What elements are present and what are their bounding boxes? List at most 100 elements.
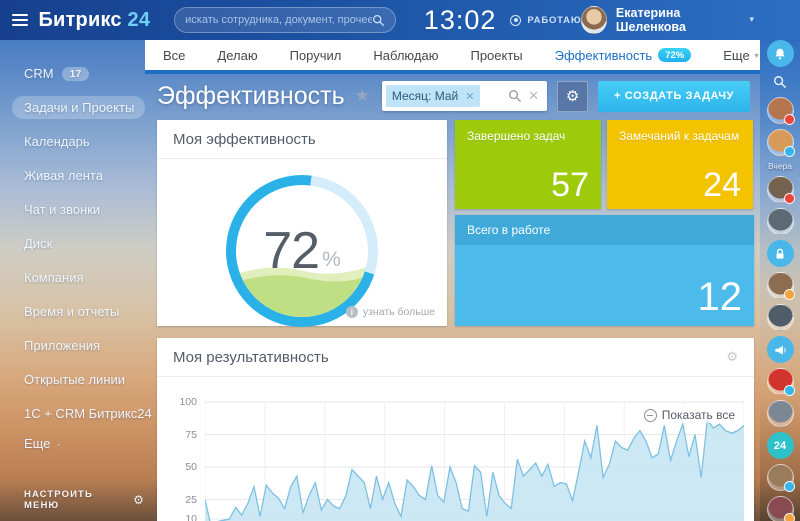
remove-filter-icon[interactable]: ✕ <box>465 90 474 103</box>
sidebar-item-apps[interactable]: Приложения <box>24 334 145 357</box>
widget-title: Моя результативность <box>173 349 329 366</box>
task-remarks-count: 24 <box>703 166 741 205</box>
chat-avatar[interactable] <box>767 304 794 331</box>
app-logo[interactable]: Битрикс 24 <box>38 9 150 32</box>
unread-badge <box>784 289 795 300</box>
filter-search-icon[interactable] <box>508 89 522 103</box>
unread-badge <box>784 114 795 125</box>
completed-tasks-count: 57 <box>551 166 589 205</box>
secure-chat-button[interactable] <box>767 240 794 267</box>
user-menu[interactable]: Екатерина Шеленкова ▾ <box>581 6 754 34</box>
clear-filter-icon[interactable]: ✕ <box>528 88 539 104</box>
menu-icon[interactable] <box>12 14 28 26</box>
chat-avatar[interactable] <box>767 496 794 521</box>
completed-tasks-tile[interactable]: Завершено задач 57 <box>455 120 601 209</box>
rail-search-button[interactable] <box>767 72 794 92</box>
sidebar-item-calendar[interactable]: Календарь <box>24 130 145 153</box>
crm-count-badge: 17 <box>62 67 90 81</box>
sidebar: CRM 17 Задачи и Проекты Календарь Живая … <box>0 40 145 521</box>
unread-badge <box>784 146 795 157</box>
page-header: Эффективность ★ Месяц: Май ✕ ✕ ⚙ + СОЗДА… <box>145 74 760 118</box>
favorite-star-icon[interactable]: ★ <box>355 86 370 106</box>
tabs-more[interactable]: Еще ▾ <box>723 48 758 63</box>
user-avatar <box>581 6 606 34</box>
global-search[interactable] <box>174 7 396 33</box>
task-tabs: Все Делаю Поручил Наблюдаю Проекты Эффек… <box>145 40 760 74</box>
top-bar: Битрикс 24 13:02 РАБОТАЮ Екатерина Шелен… <box>0 0 800 40</box>
tab-all[interactable]: Все <box>163 48 185 63</box>
in-progress-tile[interactable]: Всего в работе 12 <box>455 215 754 326</box>
sidebar-item-drive[interactable]: Диск <box>24 232 145 255</box>
announcements-button[interactable] <box>767 336 794 363</box>
sidebar-item-1c-crm[interactable]: 1С + CRM Битрикс24 <box>24 402 145 425</box>
rail-date-label: Вчера <box>768 161 792 171</box>
tab-assigned[interactable]: Поручил <box>290 48 342 63</box>
unread-badge <box>784 193 795 204</box>
y-axis-tick: 100 <box>171 396 197 408</box>
ellipsis-icon: · <box>56 437 60 451</box>
learn-more-link[interactable]: i узнать больше <box>346 306 435 318</box>
task-remarks-tile[interactable]: Замечаний к задачам 24 <box>607 120 753 209</box>
configure-menu-button[interactable]: НАСТРОИТЬ МЕНЮ ⚙ <box>24 489 145 511</box>
sidebar-item-company[interactable]: Компания <box>24 266 145 289</box>
bitrix24-network-button[interactable]: 24 <box>767 432 794 459</box>
show-all-toggle[interactable]: Показать все <box>641 407 738 423</box>
tab-efficiency[interactable]: Эффективность 72% <box>555 48 692 63</box>
work-status[interactable]: РАБОТАЮ <box>510 15 581 26</box>
efficiency-gauge: 72 % <box>226 175 378 327</box>
filter-bar[interactable]: Месяц: Май ✕ ✕ <box>382 81 547 111</box>
y-axis-tick: 75 <box>171 429 197 441</box>
unread-badge <box>784 481 795 492</box>
status-dot-icon <box>510 15 521 26</box>
efficiency-value: 72 <box>263 221 319 281</box>
gear-icon: ⚙ <box>133 493 145 507</box>
info-icon: i <box>346 306 358 318</box>
my-efficiency-widget: Моя эффективность 72 % i узнать больше <box>157 120 447 326</box>
chat-avatar[interactable] <box>767 368 794 395</box>
chevron-down-icon: ▾ <box>755 51 759 60</box>
main-content: Все Делаю Поручил Наблюдаю Проекты Эффек… <box>145 40 760 521</box>
create-task-button[interactable]: + СОЗДАТЬ ЗАДАЧУ <box>598 81 750 112</box>
sidebar-item-feed[interactable]: Живая лента <box>24 164 145 187</box>
sidebar-item-tasks-projects[interactable]: Задачи и Проекты <box>12 96 145 119</box>
chat-avatar[interactable] <box>767 400 794 427</box>
chat-avatar[interactable] <box>767 272 794 299</box>
tab-doing[interactable]: Делаю <box>217 48 257 63</box>
chart-plot-area: Показать все <box>205 397 744 521</box>
work-timer[interactable]: 13:02 <box>424 5 497 36</box>
widgets-row: Моя эффективность 72 % i узнать больше <box>145 118 760 326</box>
chat-avatar[interactable] <box>767 129 794 156</box>
chat-avatar[interactable] <box>767 176 794 203</box>
unread-badge <box>784 385 795 396</box>
filter-chip-month[interactable]: Месяц: Май ✕ <box>386 85 481 107</box>
tab-following[interactable]: Наблюдаю <box>373 48 438 63</box>
collapse-icon <box>644 409 657 422</box>
search-input[interactable] <box>185 14 372 26</box>
search-icon[interactable] <box>372 14 385 27</box>
chat-avatar[interactable] <box>767 464 794 491</box>
y-axis-tick: 25 <box>171 494 197 506</box>
unread-badge <box>784 513 795 521</box>
widget-title: Моя эффективность <box>173 131 316 148</box>
messenger-rail: ?Вчера24 <box>760 0 800 521</box>
efficiency-unit: % <box>322 248 341 272</box>
sidebar-more[interactable]: Еще· <box>24 436 145 451</box>
page-title: Эффективность <box>157 82 345 111</box>
counter-tiles: Завершено задач 57 Замечаний к задачам 2… <box>455 120 754 326</box>
settings-button[interactable]: ⚙ <box>557 81 588 112</box>
in-progress-count: 12 <box>698 275 743 320</box>
y-axis-tick: 10 <box>171 513 197 521</box>
sidebar-item-chat-calls[interactable]: Чат и звонки <box>24 198 145 221</box>
chevron-down-icon: ▾ <box>749 15 754 25</box>
efficiency-badge: 72% <box>658 48 691 62</box>
sidebar-item-time-reports[interactable]: Время и отчеты <box>24 300 145 323</box>
sidebar-item-open-lines[interactable]: Открытые линии <box>24 368 145 391</box>
tab-projects[interactable]: Проекты <box>470 48 522 63</box>
sidebar-item-crm[interactable]: CRM 17 <box>24 62 145 85</box>
y-axis-tick: 50 <box>171 461 197 473</box>
my-performance-widget: Моя результативность ⚙ 100 75 50 25 10 Показ… <box>157 338 754 521</box>
widget-gear-icon[interactable]: ⚙ <box>726 350 738 365</box>
chat-avatar[interactable] <box>767 97 794 124</box>
notifications-button[interactable] <box>767 40 794 67</box>
chat-avatar[interactable] <box>767 208 794 235</box>
